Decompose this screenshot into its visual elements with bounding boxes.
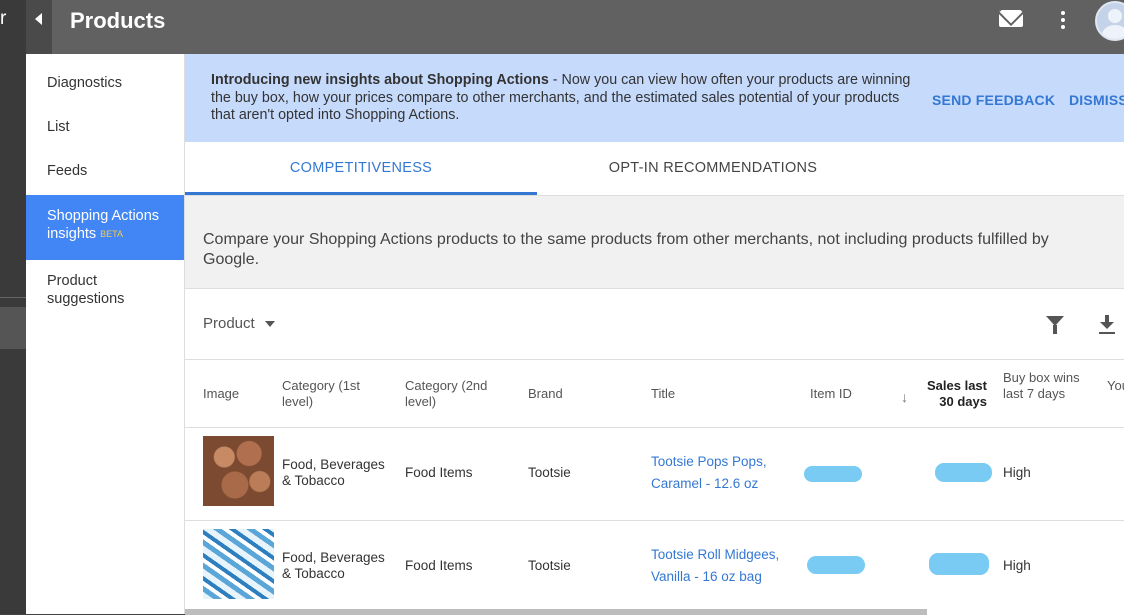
sidebar-item-label: insights (47, 226, 97, 242)
product-dropdown-label: Product (203, 315, 255, 332)
insights-banner: Introducing new insights about Shopping … (185, 54, 1124, 142)
banner-message: Introducing new insights about Shopping … (211, 72, 911, 125)
collapse-button[interactable] (26, 0, 52, 54)
product-title-link[interactable]: Tootsie Roll Midgees, Vanilla - 16 oz ba… (651, 544, 791, 588)
column-header-sales[interactable]: Sales last 30 days (921, 378, 987, 410)
column-header-title[interactable]: Title (651, 386, 675, 402)
rail-divider (0, 297, 26, 298)
row-divider (185, 520, 1124, 521)
mail-icon[interactable] (999, 10, 1023, 27)
page-title: Products (70, 8, 166, 33)
column-header-partial[interactable]: You (1107, 378, 1124, 394)
sidebar-item-list[interactable]: List (26, 118, 184, 136)
banner-headline: Introducing new insights about Shopping … (211, 72, 549, 88)
tab-competitiveness[interactable]: COMPETITIVENESS (185, 142, 537, 195)
app-header: Products (26, 0, 1124, 54)
column-header-image[interactable]: Image (203, 386, 239, 402)
sidebar-item-label: Shopping Actions (47, 208, 160, 224)
filter-icon[interactable] (1046, 316, 1064, 334)
sidebar-item-label: Product (47, 273, 97, 289)
sidebar-item-label: suggestions (47, 291, 125, 307)
sidebar-item-label: Feeds (47, 163, 88, 179)
products-table: Product Image Category (1st level) Categ… (185, 288, 1124, 615)
left-rail: r (0, 0, 26, 614)
main-content: Introducing new insights about Shopping … (185, 54, 1124, 615)
arrow-down-icon[interactable]: ↓ (901, 389, 908, 405)
row-divider (185, 427, 1124, 428)
sidebar-item-label: Diagnostics (47, 75, 122, 91)
tab-bar: COMPETITIVENESS OPT-IN RECOMMENDATIONS (185, 142, 1124, 196)
more-vert-icon[interactable] (1061, 11, 1065, 31)
product-thumbnail (203, 436, 274, 506)
redacted-item-id (807, 556, 865, 574)
table-cell-category-2: Food Items (405, 465, 473, 480)
beta-badge: BETA (100, 229, 124, 239)
product-thumbnail (203, 529, 274, 599)
avatar[interactable] (1095, 1, 1124, 41)
column-header-buy-box[interactable]: Buy box wins last 7 days (1003, 370, 1083, 402)
table-cell-buy-box: High (1003, 465, 1031, 480)
dismiss-button[interactable]: DISMISS (1069, 92, 1124, 108)
rail-selected-block (0, 307, 26, 349)
product-title-link[interactable]: Tootsie Pops Pops, Caramel - 12.6 oz (651, 451, 791, 495)
redacted-item-id (804, 466, 862, 482)
table-cell-category-2: Food Items (405, 558, 473, 573)
column-header-item-id[interactable]: Item ID (810, 386, 852, 402)
table-cell-buy-box: High (1003, 558, 1031, 573)
sidebar-item-feeds[interactable]: Feeds (26, 162, 184, 180)
chevron-left-icon (35, 13, 42, 25)
table-cell-brand: Tootsie (528, 558, 571, 573)
send-feedback-button[interactable]: SEND FEEDBACK (932, 92, 1055, 108)
sidebar-item-diagnostics[interactable]: Diagnostics (26, 74, 184, 92)
table-toolbar: Product (185, 289, 1124, 360)
table-cell-category-1: Food, Beverages & Tobacco (282, 550, 385, 581)
download-icon[interactable] (1099, 315, 1115, 335)
sidebar: Diagnostics List Feeds Shopping Actions … (26, 54, 185, 614)
column-header-category-2[interactable]: Category (2nd level) (405, 378, 505, 410)
rail-glyph: r (0, 8, 7, 29)
column-header-category-1[interactable]: Category (1st level) (282, 378, 382, 410)
sidebar-item-shopping-actions-insights[interactable]: Shopping Actions insights BETA (26, 195, 184, 260)
redacted-sales (929, 553, 989, 575)
column-header-brand[interactable]: Brand (528, 386, 563, 402)
sidebar-item-product-suggestions[interactable]: Product suggestions (26, 272, 184, 308)
caret-down-icon (264, 321, 275, 328)
table-cell-brand: Tootsie (528, 465, 571, 480)
redacted-sales (935, 463, 992, 482)
product-dropdown[interactable]: Product (203, 315, 275, 332)
sidebar-item-label: List (47, 119, 70, 135)
horizontal-scrollbar[interactable] (185, 609, 927, 615)
tab-opt-in-recommendations[interactable]: OPT-IN RECOMMENDATIONS (537, 142, 889, 195)
page-description: Compare your Shopping Actions products t… (203, 231, 1049, 268)
table-cell-category-1: Food, Beverages & Tobacco (282, 457, 385, 488)
